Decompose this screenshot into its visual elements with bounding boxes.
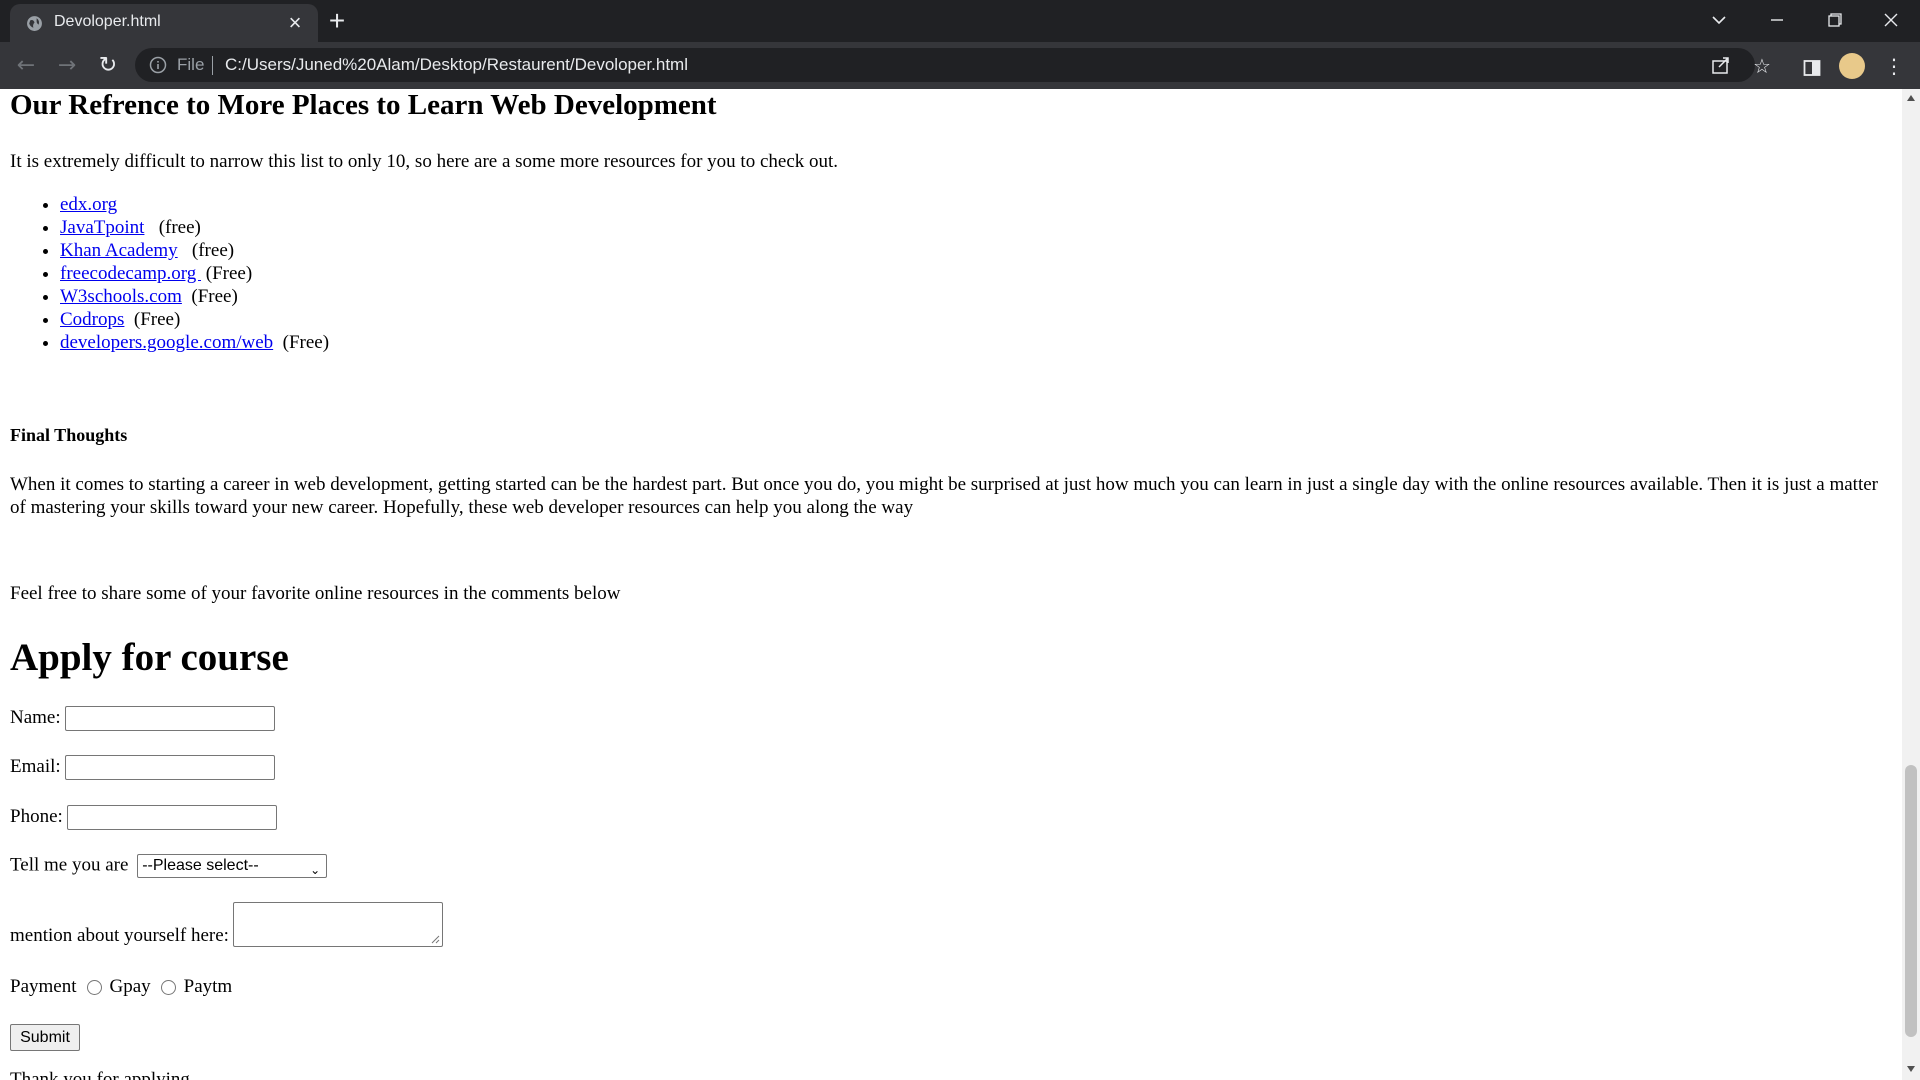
- share-icon[interactable]: [1710, 54, 1732, 76]
- role-select[interactable]: --Please select-- ⌄: [137, 854, 328, 878]
- gpay-radio[interactable]: [86, 980, 102, 996]
- browser-chrome: Devoloper.html × + ← → ↻ File C:/Users/J…: [0, 0, 1920, 89]
- reload-icon[interactable]: ↻: [92, 50, 124, 82]
- name-row: Name:: [10, 706, 275, 731]
- list-item: JavaTpoint (free): [60, 216, 329, 239]
- phone-input[interactable]: [66, 805, 277, 830]
- tab-strip: Devoloper.html × +: [0, 0, 1920, 42]
- resources-list: edx.org JavaTpoint (free) Khan Academy (…: [10, 193, 329, 354]
- about-label: mention about yourself here:: [10, 925, 229, 946]
- resources-heading: Our Refrence to More Places to Learn Web…: [10, 89, 717, 121]
- resource-link[interactable]: JavaTpoint: [60, 217, 144, 238]
- select-value: --Please select--: [142, 857, 259, 874]
- final-thoughts-text: When it comes to starting a career in we…: [10, 474, 1878, 518]
- tab-title: Devoloper.html: [54, 13, 161, 30]
- submit-button[interactable]: Submit: [10, 1024, 80, 1051]
- name-input[interactable]: [64, 706, 275, 731]
- toolbar: ← → ↻ File C:/Users/Juned%20Alam/Desktop…: [0, 42, 1920, 89]
- list-item: developers.google.com/web (Free): [60, 331, 329, 354]
- address-bar[interactable]: File C:/Users/Juned%20Alam/Desktop/Resta…: [135, 48, 1755, 82]
- scroll-up-arrow-icon[interactable]: [1907, 95, 1915, 101]
- menu-kebab-icon[interactable]: ⋮: [1879, 51, 1909, 81]
- resource-note: (free): [191, 240, 235, 261]
- phone-label: Phone:: [10, 805, 63, 827]
- paytm-label: Paytm: [183, 976, 233, 997]
- globe-icon: [27, 16, 42, 31]
- resource-note: (Free): [205, 263, 253, 284]
- close-window-icon[interactable]: [1862, 0, 1920, 38]
- resource-link[interactable]: Khan Academy: [60, 240, 178, 261]
- payment-row: Payment Gpay Paytm: [10, 976, 232, 998]
- new-tab-icon[interactable]: +: [322, 7, 352, 37]
- address-separator: [212, 56, 213, 75]
- email-label: Email:: [10, 755, 61, 777]
- apply-heading: Apply for course: [10, 636, 289, 679]
- final-thoughts-heading: Final Thoughts: [10, 425, 128, 445]
- list-item: Codrops (Free): [60, 308, 329, 331]
- url-text[interactable]: C:/Users/Juned%20Alam/Desktop/Restaurent…: [225, 55, 688, 75]
- email-input[interactable]: [64, 755, 275, 780]
- info-icon[interactable]: [149, 56, 167, 74]
- payment-label: Payment: [10, 976, 77, 997]
- chevron-down-icon: ⌄: [310, 863, 321, 877]
- share-text: Feel free to share some of your favorite…: [10, 583, 621, 604]
- about-textarea[interactable]: [232, 902, 443, 947]
- cutoff-text: Thank you for applying: [10, 1069, 190, 1080]
- list-item: edx.org: [60, 193, 329, 216]
- resources-intro: It is extremely difficult to narrow this…: [10, 151, 839, 172]
- email-row: Email:: [10, 755, 275, 780]
- side-panel-icon[interactable]: [1797, 51, 1827, 81]
- resource-link[interactable]: edx.org: [60, 194, 117, 215]
- close-tab-icon[interactable]: ×: [282, 10, 308, 36]
- about-row: mention about yourself here:: [10, 902, 443, 947]
- gpay-label: Gpay: [109, 976, 151, 997]
- list-item: Khan Academy (free): [60, 239, 329, 262]
- scheme-label: File: [177, 55, 205, 74]
- resource-link[interactable]: developers.google.com/web: [60, 332, 273, 353]
- resource-note: (Free): [191, 286, 238, 307]
- restore-icon[interactable]: [1806, 0, 1864, 38]
- profile-avatar[interactable]: [1839, 53, 1865, 79]
- scrollbar-thumb[interactable]: [1905, 765, 1917, 1037]
- resource-note: (Free): [133, 309, 181, 330]
- scroll-down-arrow-icon[interactable]: [1907, 1066, 1915, 1072]
- resource-link[interactable]: freecodecamp.org: [60, 263, 201, 284]
- tab-search-chevron-icon[interactable]: [1690, 0, 1748, 38]
- paytm-radio[interactable]: [160, 980, 176, 996]
- resource-link[interactable]: Codrops: [60, 309, 124, 330]
- select-row: Tell me you are --Please select-- ⌄: [10, 854, 328, 878]
- resize-handle-icon[interactable]: [431, 935, 440, 944]
- back-icon[interactable]: ←: [10, 50, 42, 82]
- resource-note: (free): [158, 217, 201, 238]
- name-label: Name:: [10, 706, 61, 728]
- list-item: W3schools.com (Free): [60, 285, 329, 308]
- page-content: Our Refrence to More Places to Learn Web…: [0, 89, 1900, 1080]
- list-item: freecodecamp.org (Free): [60, 262, 329, 285]
- resource-link[interactable]: W3schools.com: [60, 286, 182, 307]
- phone-row: Phone:: [10, 805, 277, 830]
- select-label: Tell me you are: [10, 854, 129, 876]
- resource-note: (Free): [282, 332, 330, 353]
- forward-icon[interactable]: →: [51, 50, 83, 82]
- star-icon[interactable]: ☆: [1747, 51, 1777, 81]
- minimize-icon[interactable]: [1748, 0, 1806, 38]
- vertical-scrollbar[interactable]: [1902, 89, 1920, 1080]
- tab-active[interactable]: Devoloper.html ×: [10, 4, 318, 42]
